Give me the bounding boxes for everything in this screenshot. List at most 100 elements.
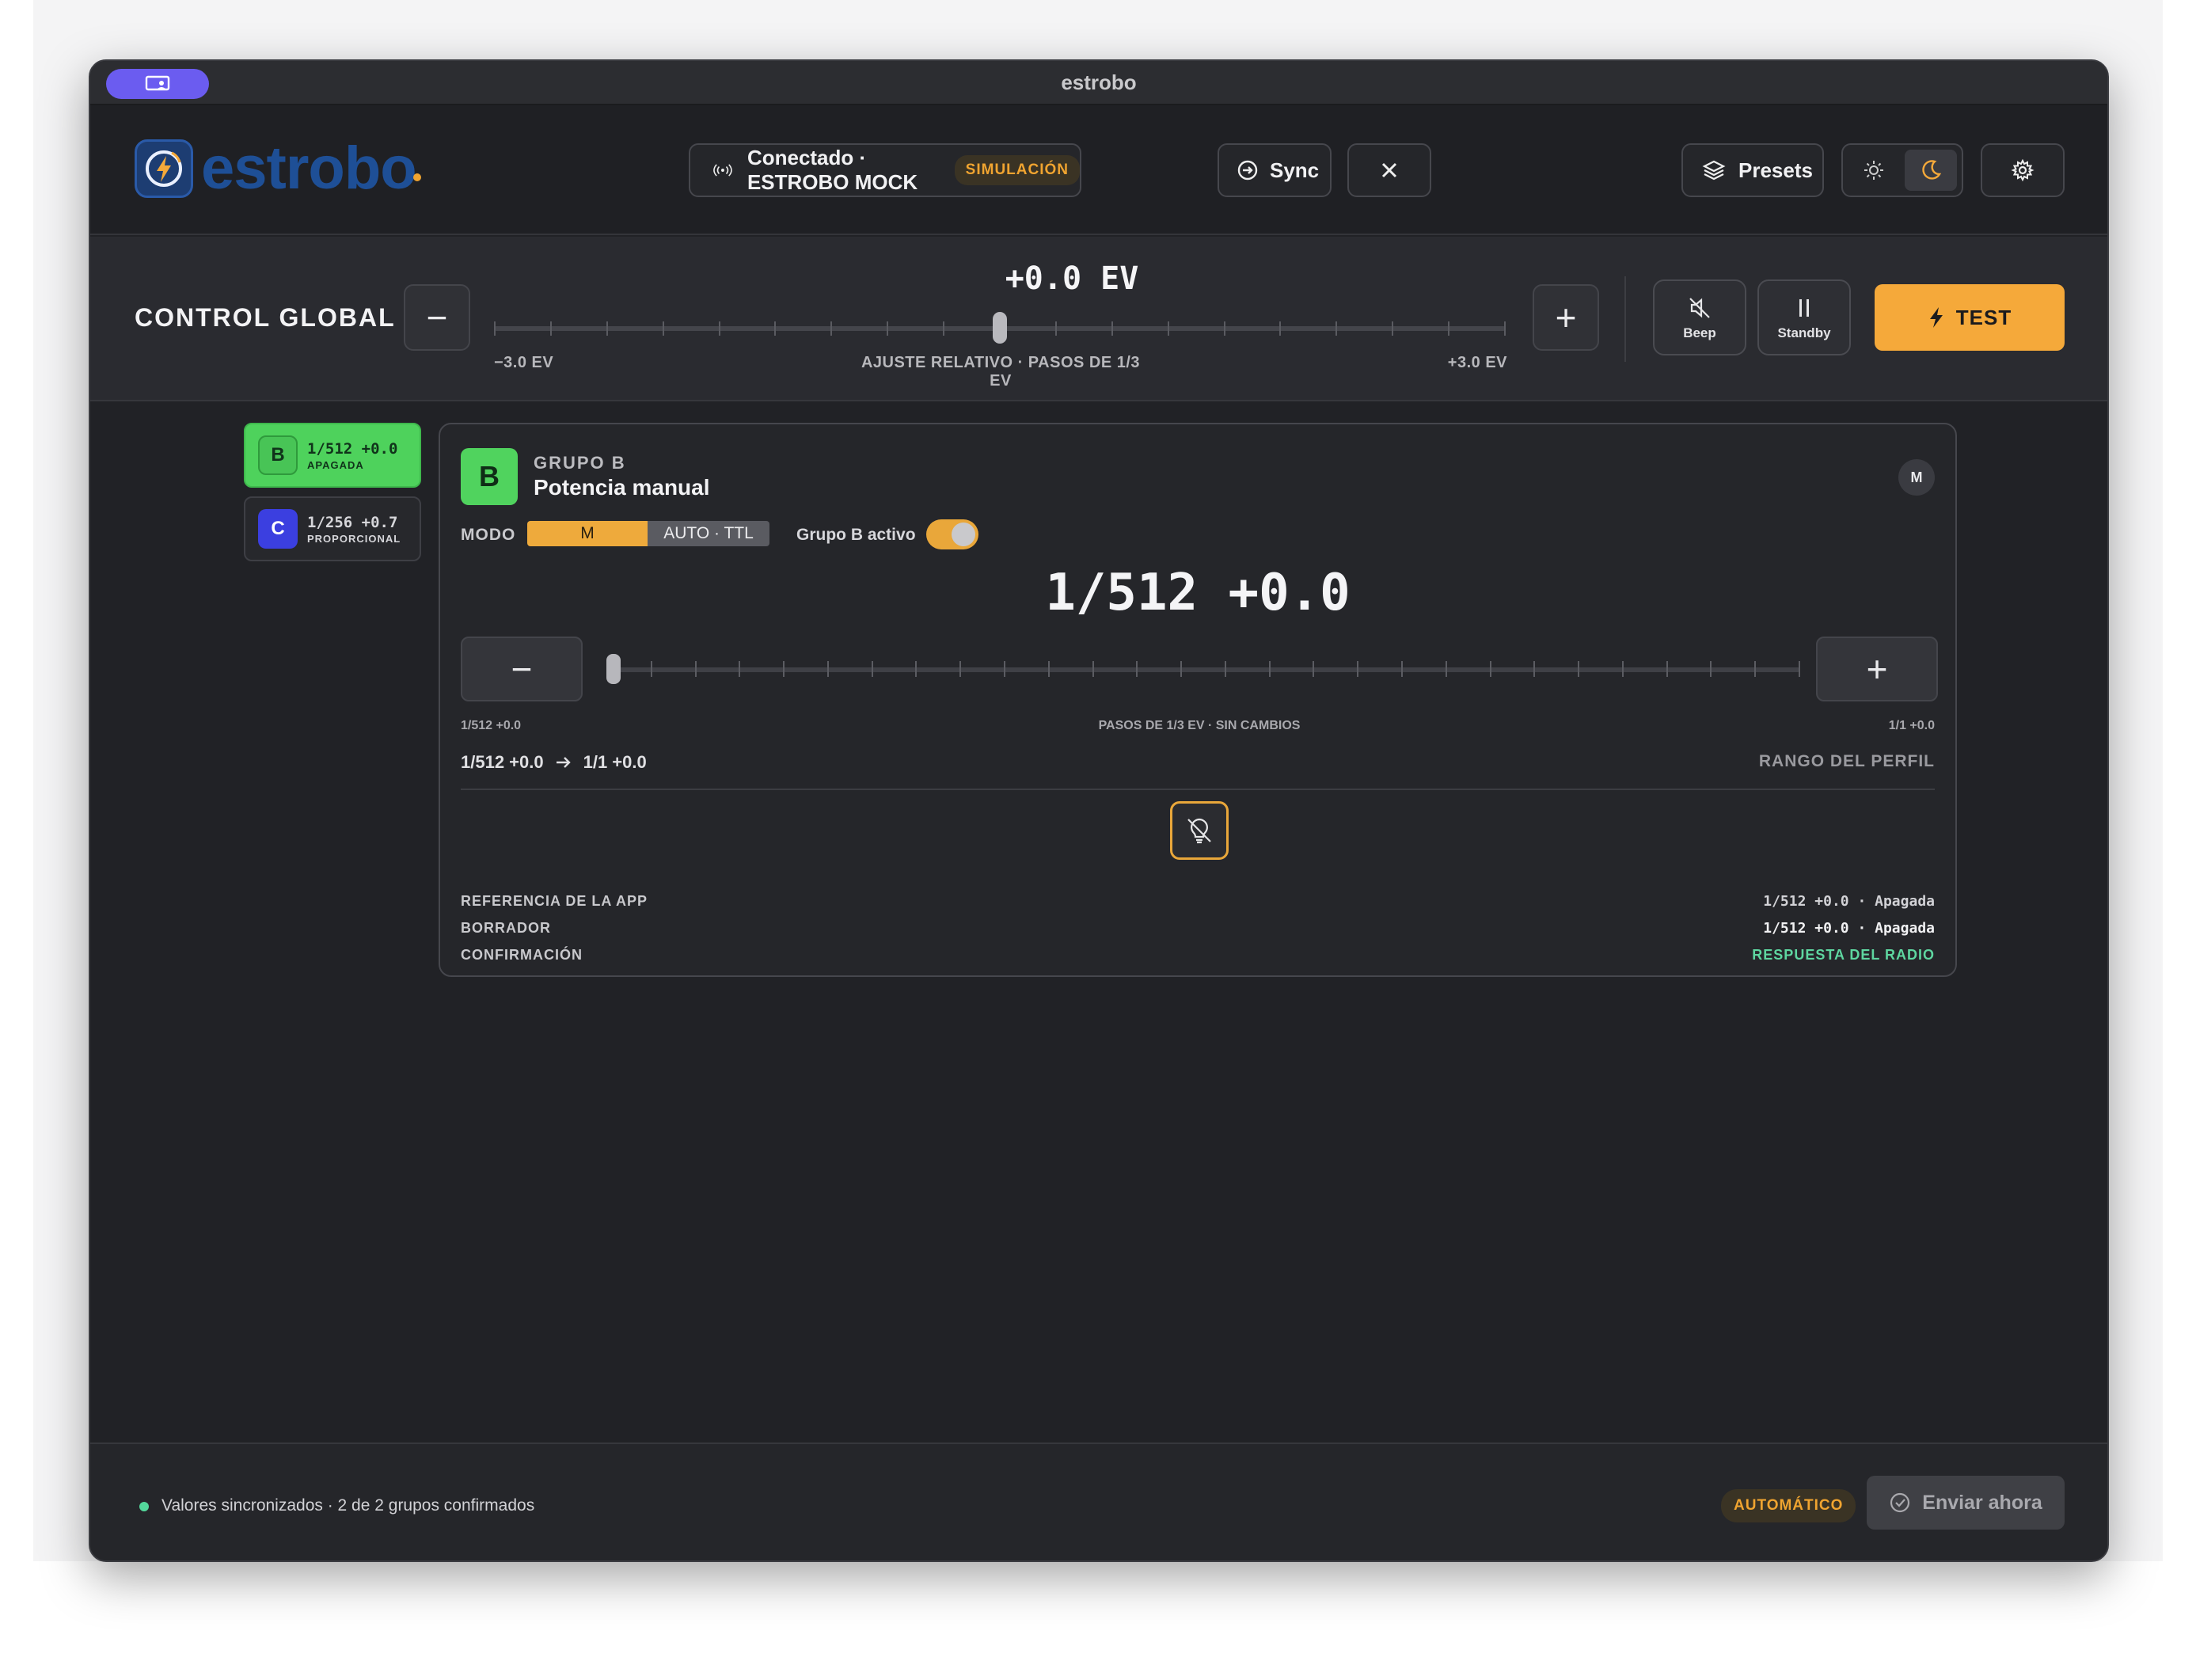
global-divider: [1624, 276, 1626, 362]
connection-button[interactable]: Conectado · ESTROBO MOCK SIMULACIÓN: [689, 143, 1081, 197]
beep-label: Beep: [1683, 325, 1716, 340]
beep-button[interactable]: Beep: [1653, 279, 1746, 355]
global-decrease-button[interactable]: −: [404, 284, 470, 351]
slider-tick: [1168, 321, 1169, 336]
power-increase-button[interactable]: +: [1816, 637, 1938, 701]
profile-range: 1/512 +0.0 1/1 +0.0: [461, 752, 647, 773]
plus-icon: +: [1866, 648, 1888, 690]
logo-wordmark: estrobo: [201, 135, 417, 202]
title-bar: estrobo: [90, 61, 2107, 105]
app-window: estrobo estrobo Conectado · ESTROBO MOCK…: [89, 59, 2109, 1562]
slider-tick: [651, 661, 652, 677]
meta-label: BORRADOR: [461, 920, 551, 936]
slider-tick: [1180, 661, 1182, 677]
slider-tick: [719, 321, 720, 336]
presets-label: Presets: [1738, 158, 1813, 182]
meta-label: REFERENCIA DE LA APP: [461, 893, 648, 909]
global-min-label: −3.0 EV: [494, 354, 554, 371]
group-chip-b[interactable]: B 1/512 +0.0 APAGADA: [244, 423, 421, 488]
range-from: 1/512 +0.0: [461, 752, 544, 772]
group-chip-c[interactable]: C 1/256 +0.7 PROPORCIONAL: [244, 496, 421, 561]
global-slider-hint: AJUSTE RELATIVO · PASOS DE 1/3 EV: [861, 354, 1141, 390]
theme-light-option[interactable]: [1848, 150, 1900, 191]
sync-status-text: Valores sincronizados · 2 de 2 grupos co…: [161, 1496, 535, 1515]
profile-range-label: RANGO DEL PERFIL: [1758, 752, 1935, 770]
check-circle-icon: [1890, 1492, 1910, 1513]
slider-tick: [1111, 321, 1113, 336]
modeling-light-button[interactable]: [1170, 801, 1229, 860]
slider-tick: [1710, 661, 1712, 677]
slider-tick: [1279, 321, 1281, 336]
global-ev-slider[interactable]: [494, 312, 1506, 344]
slider-tick: [1136, 661, 1138, 677]
group-chip-status: PROPORCIONAL: [307, 532, 401, 545]
group-chip-value: 1/512 +0.0: [307, 439, 398, 458]
simulation-badge: SIMULACIÓN: [954, 155, 1080, 185]
global-ev-value: +0.0 EV: [1005, 260, 1139, 297]
power-max-label: 1/1 +0.0: [1888, 719, 1935, 732]
global-control-title: CONTROL GLOBAL: [135, 303, 396, 332]
disconnect-button[interactable]: [1347, 143, 1431, 197]
arrow-right-icon: [556, 757, 571, 768]
slider-tick: [915, 661, 917, 677]
slider-tick: [943, 321, 944, 336]
group-card: B GRUPO B Potencia manual M MODO M AUTO …: [439, 423, 1957, 977]
power-slider-thumb[interactable]: [606, 654, 621, 684]
group-chip-status: APAGADA: [307, 458, 364, 471]
slider-tick: [695, 661, 697, 677]
lightning-icon: [1929, 307, 1943, 328]
meta-value: 1/512 +0.0 · Apagada: [1763, 893, 1935, 910]
settings-button[interactable]: [1981, 143, 2065, 197]
group-title: GRUPO B: [534, 453, 626, 473]
group-letter-badge: B: [461, 448, 518, 505]
slider-tick: [1490, 661, 1491, 677]
slider-tick: [1666, 661, 1668, 677]
power-min-label: 1/512 +0.0: [461, 719, 522, 732]
mode-option-manual[interactable]: M: [527, 521, 648, 546]
global-increase-button[interactable]: +: [1533, 284, 1599, 351]
slider-tick: [959, 661, 961, 677]
plus-icon: +: [1555, 297, 1577, 338]
group-mode-name: Potencia manual: [534, 475, 710, 500]
slider-tick: [1357, 661, 1358, 677]
group-active-label: Grupo B activo: [796, 526, 916, 544]
group-active-toggle[interactable]: [926, 519, 978, 549]
power-decrease-button[interactable]: −: [461, 637, 583, 701]
slider-tick: [1335, 321, 1337, 336]
power-slider[interactable]: [606, 654, 1800, 684]
standby-label: Standby: [1777, 325, 1831, 340]
slider-tick: [1504, 321, 1506, 336]
slider-tick: [1448, 321, 1449, 336]
slider-tick: [606, 321, 608, 336]
test-flash-button[interactable]: TEST: [1875, 284, 2065, 351]
slider-tick: [1313, 661, 1314, 677]
toggle-knob: [952, 523, 975, 546]
theme-dark-option[interactable]: [1905, 150, 1957, 191]
test-label: TEST: [1955, 305, 2012, 329]
window-title: estrobo: [1061, 70, 1137, 94]
slider-tick: [550, 321, 552, 336]
global-ev-slider-thumb[interactable]: [993, 312, 1007, 344]
power-slider-hint: PASOS DE 1/3 EV · SIN CAMBIOS: [1098, 719, 1301, 732]
slider-tick: [494, 321, 496, 336]
slider-tick: [783, 661, 785, 677]
sync-button[interactable]: Sync: [1218, 143, 1332, 197]
slider-tick: [739, 661, 740, 677]
mode-label: MODO: [461, 526, 516, 544]
presets-button[interactable]: Presets: [1681, 143, 1824, 197]
mode-option-auto-ttl[interactable]: AUTO · TTL: [648, 521, 769, 546]
range-to: 1/1 +0.0: [583, 752, 647, 772]
sync-label: Sync: [1270, 158, 1320, 182]
connection-label: Conectado · ESTROBO MOCK: [747, 146, 918, 194]
sync-status-dot: [139, 1502, 149, 1511]
slider-tick: [1055, 321, 1057, 336]
send-now-button[interactable]: Enviar ahora: [1867, 1476, 2065, 1530]
standby-button[interactable]: Standby: [1757, 279, 1851, 355]
slider-tick: [1446, 661, 1447, 677]
close-icon: [1381, 162, 1397, 178]
slider-tick: [872, 661, 873, 677]
sun-icon: [1864, 161, 1883, 180]
slider-tick: [827, 661, 829, 677]
logo-dot: [412, 173, 421, 181]
global-max-label: +3.0 EV: [1447, 354, 1507, 371]
